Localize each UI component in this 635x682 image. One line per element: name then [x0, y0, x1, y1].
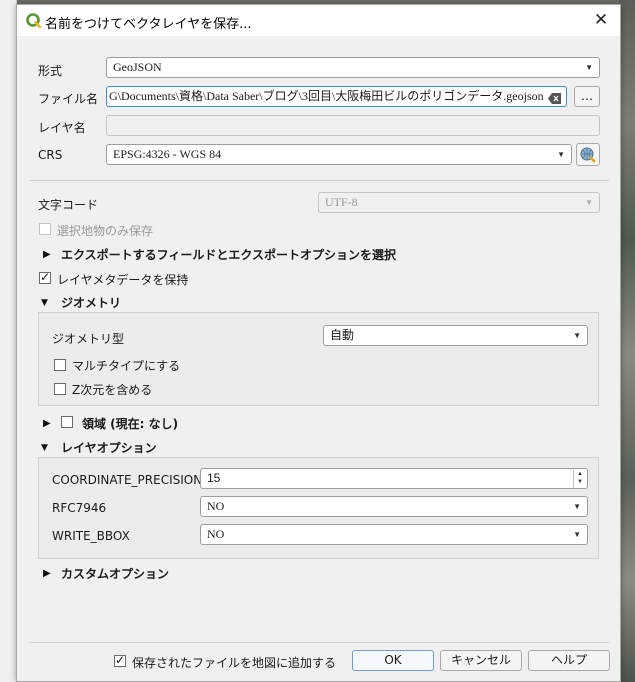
- ok-button[interactable]: OK: [352, 650, 434, 671]
- z-dimension-label: Z次元を含める: [72, 383, 153, 397]
- filename-label: ファイル名: [38, 92, 99, 106]
- extent-section[interactable]: 領域 (現在: なし): [82, 415, 178, 432]
- encoding-select[interactable]: UTF-8 ▼: [318, 192, 600, 213]
- rfc7946-select[interactable]: NO ▼: [200, 496, 588, 517]
- browse-button[interactable]: …: [574, 86, 600, 107]
- dialog-title: 名前をつけてベクタレイヤを保存...: [45, 17, 252, 32]
- crs-selector-button[interactable]: [576, 143, 600, 166]
- chevron-down-icon: ▼: [573, 530, 581, 539]
- globe-icon: [580, 147, 596, 163]
- format-label: 形式: [38, 64, 63, 78]
- z-dimension-checkbox[interactable]: [54, 383, 66, 395]
- option-value: NO: [207, 499, 225, 513]
- geometry-type-select[interactable]: 自動 ▼: [323, 325, 588, 346]
- app-side-panel: [0, 0, 17, 682]
- multitype-checkbox[interactable]: [54, 359, 66, 371]
- filename-input[interactable]: G\Documents\資格\Data Saber\ブログ\3回目\大阪梅田ビル…: [106, 86, 567, 107]
- crs-select[interactable]: EPSG:4326 - WGS 84 ▼: [106, 144, 572, 165]
- close-icon[interactable]: ✕: [588, 9, 614, 31]
- keep-metadata-checkbox[interactable]: [39, 270, 51, 284]
- selected-only-checkbox[interactable]: [39, 223, 51, 235]
- option-value: 15: [207, 471, 221, 485]
- encoding-label: 文字コード: [38, 198, 99, 212]
- collapse-arrow-icon[interactable]: ▼: [41, 443, 48, 453]
- format-select[interactable]: GeoJSON ▼: [106, 57, 600, 78]
- layername-label: レイヤ名: [38, 121, 86, 135]
- divider: [29, 642, 609, 643]
- geometry-group: ジオメトリ型 自動 ▼ マルチタイプにする Z次元を含める: [38, 312, 599, 406]
- coordinate-precision-spinbox[interactable]: 15 ▲ ▼: [200, 468, 588, 489]
- expand-arrow-icon[interactable]: ▶: [43, 249, 51, 260]
- crs-label: CRS: [38, 148, 63, 162]
- geometry-section[interactable]: ジオメトリ: [61, 294, 121, 311]
- option-label: WRITE_BBOX: [52, 529, 130, 543]
- chevron-down-icon: ▼: [585, 198, 593, 207]
- option-label: RFC7946: [52, 501, 107, 515]
- help-button[interactable]: ヘルプ: [528, 650, 610, 671]
- layer-options-section[interactable]: レイヤオプション: [61, 439, 157, 456]
- chevron-down-icon: ▼: [585, 63, 593, 72]
- format-value: GeoJSON: [113, 60, 162, 74]
- layername-input[interactable]: [106, 115, 600, 136]
- option-label: COORDINATE_PRECISION: [52, 473, 203, 487]
- multitype-label: マルチタイプにする: [72, 359, 181, 373]
- spinner-arrows-icon[interactable]: ▲ ▼: [573, 470, 586, 487]
- chevron-down-icon: ▼: [557, 150, 565, 159]
- chevron-down-icon: ▼: [573, 331, 581, 340]
- selected-only-label: 選択地物のみ保存: [57, 224, 154, 238]
- export-fields-section[interactable]: エクスポートするフィールドとエクスポートオプションを選択: [61, 246, 396, 263]
- chevron-down-icon: ▼: [573, 502, 581, 511]
- clear-text-icon[interactable]: [548, 91, 561, 104]
- save-vector-layer-dialog: 名前をつけてベクタレイヤを保存... ✕ 形式 GeoJSON ▼ ファイル名 …: [16, 4, 621, 682]
- encoding-value: UTF-8: [325, 195, 358, 209]
- custom-options-section[interactable]: カスタムオプション: [61, 565, 169, 582]
- option-value: NO: [207, 527, 225, 541]
- layer-options-group: COORDINATE_PRECISION 15 ▲ ▼ RFC7946 NO ▼ …: [38, 457, 599, 559]
- collapse-arrow-icon[interactable]: ▼: [41, 298, 48, 308]
- geometry-type-value: 自動: [330, 328, 355, 342]
- geometry-type-label: ジオメトリ型: [52, 332, 125, 346]
- add-to-map-label: 保存されたファイルを地図に追加する: [132, 656, 337, 670]
- write-bbox-select[interactable]: NO ▼: [200, 524, 588, 545]
- qgis-icon: [26, 13, 42, 29]
- divider: [29, 180, 609, 181]
- filename-value: G\Documents\資格\Data Saber\ブログ\3回目\大阪梅田ビル…: [109, 89, 544, 103]
- expand-arrow-icon[interactable]: ▶: [43, 568, 51, 579]
- title-bar: 名前をつけてベクタレイヤを保存... ✕: [17, 5, 620, 36]
- cancel-button[interactable]: キャンセル: [440, 650, 522, 671]
- crs-value: EPSG:4326 - WGS 84: [113, 147, 222, 161]
- expand-arrow-icon[interactable]: ▶: [43, 418, 51, 429]
- map-canvas-background: [619, 0, 635, 682]
- extent-checkbox[interactable]: [61, 416, 73, 428]
- add-to-map-checkbox[interactable]: [114, 653, 126, 667]
- keep-metadata-label: レイヤメタデータを保持: [57, 273, 189, 287]
